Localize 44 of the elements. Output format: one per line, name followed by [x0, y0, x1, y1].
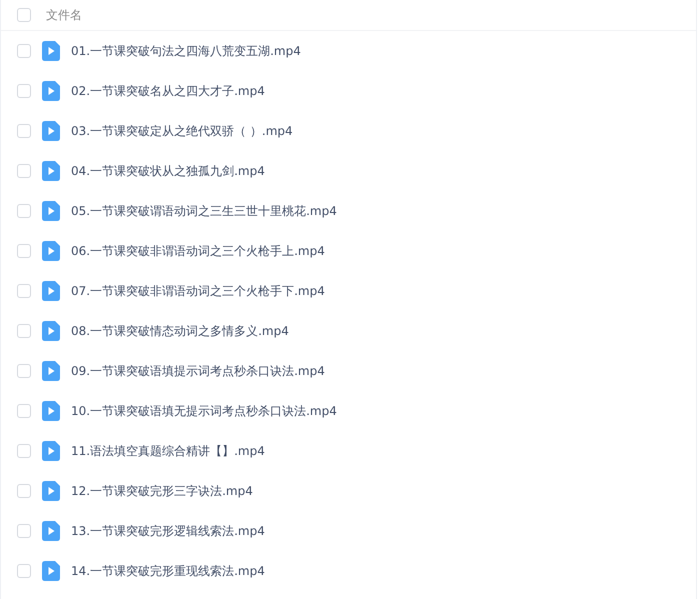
- row-checkbox[interactable]: [17, 324, 31, 338]
- video-file-icon: [42, 401, 60, 421]
- video-file-icon: [42, 281, 60, 301]
- row-checkbox[interactable]: [17, 204, 31, 218]
- file-name[interactable]: 10.一节课突破语填无提示词考点秒杀口诀法.mp4: [71, 402, 337, 420]
- video-file-icon: [42, 41, 60, 61]
- file-name[interactable]: 12.一节课突破完形三字诀法.mp4: [71, 482, 253, 500]
- file-name[interactable]: 04.一节课突破状从之独孤九剑.mp4: [71, 162, 265, 180]
- video-file-icon: [42, 561, 60, 581]
- file-name[interactable]: 08.一节课突破情态动词之多情多义.mp4: [71, 322, 289, 340]
- file-name[interactable]: 09.一节课突破语填提示词考点秒杀口诀法.mp4: [71, 362, 325, 380]
- row-checkbox[interactable]: [17, 44, 31, 58]
- row-checkbox[interactable]: [17, 404, 31, 418]
- video-file-icon: [42, 481, 60, 501]
- file-name[interactable]: 14.一节课突破完形重现线索法.mp4: [71, 562, 265, 580]
- row-checkbox[interactable]: [17, 84, 31, 98]
- file-name[interactable]: 13.一节课突破完形逻辑线索法.mp4: [71, 522, 265, 540]
- file-name[interactable]: 07.一节课突破非谓语动词之三个火枪手下.mp4: [71, 282, 325, 300]
- row-checkbox[interactable]: [17, 564, 31, 578]
- file-name[interactable]: 03.一节课突破定从之绝代双骄（ ）.mp4: [71, 122, 293, 140]
- video-file-icon: [42, 521, 60, 541]
- row-checkbox[interactable]: [17, 484, 31, 498]
- video-file-icon: [42, 161, 60, 181]
- row-checkbox[interactable]: [17, 244, 31, 258]
- row-checkbox[interactable]: [17, 524, 31, 538]
- file-name[interactable]: 01.一节课突破句法之四海八荒变五湖.mp4: [71, 42, 301, 60]
- video-file-icon: [42, 321, 60, 341]
- file-name[interactable]: 11.语法填空真题综合精讲【】.mp4: [71, 442, 265, 460]
- row-checkbox[interactable]: [17, 284, 31, 298]
- video-file-icon: [42, 241, 60, 261]
- row-checkbox[interactable]: [17, 164, 31, 178]
- video-file-icon: [42, 121, 60, 141]
- select-all-checkbox[interactable]: [17, 8, 31, 22]
- row-checkbox[interactable]: [17, 444, 31, 458]
- row-checkbox[interactable]: [17, 124, 31, 138]
- file-name[interactable]: 05.一节课突破谓语动词之三生三世十里桃花.mp4: [71, 202, 337, 220]
- video-file-icon: [42, 201, 60, 221]
- column-header: 文件名: [46, 6, 82, 24]
- video-file-icon: [42, 361, 60, 381]
- video-file-icon: [42, 441, 60, 461]
- row-checkbox[interactable]: [17, 364, 31, 378]
- file-name[interactable]: 02.一节课突破名从之四大才子.mp4: [71, 82, 265, 100]
- file-name[interactable]: 06.一节课突破非谓语动词之三个火枪手上.mp4: [71, 242, 325, 260]
- video-file-icon: [42, 81, 60, 101]
